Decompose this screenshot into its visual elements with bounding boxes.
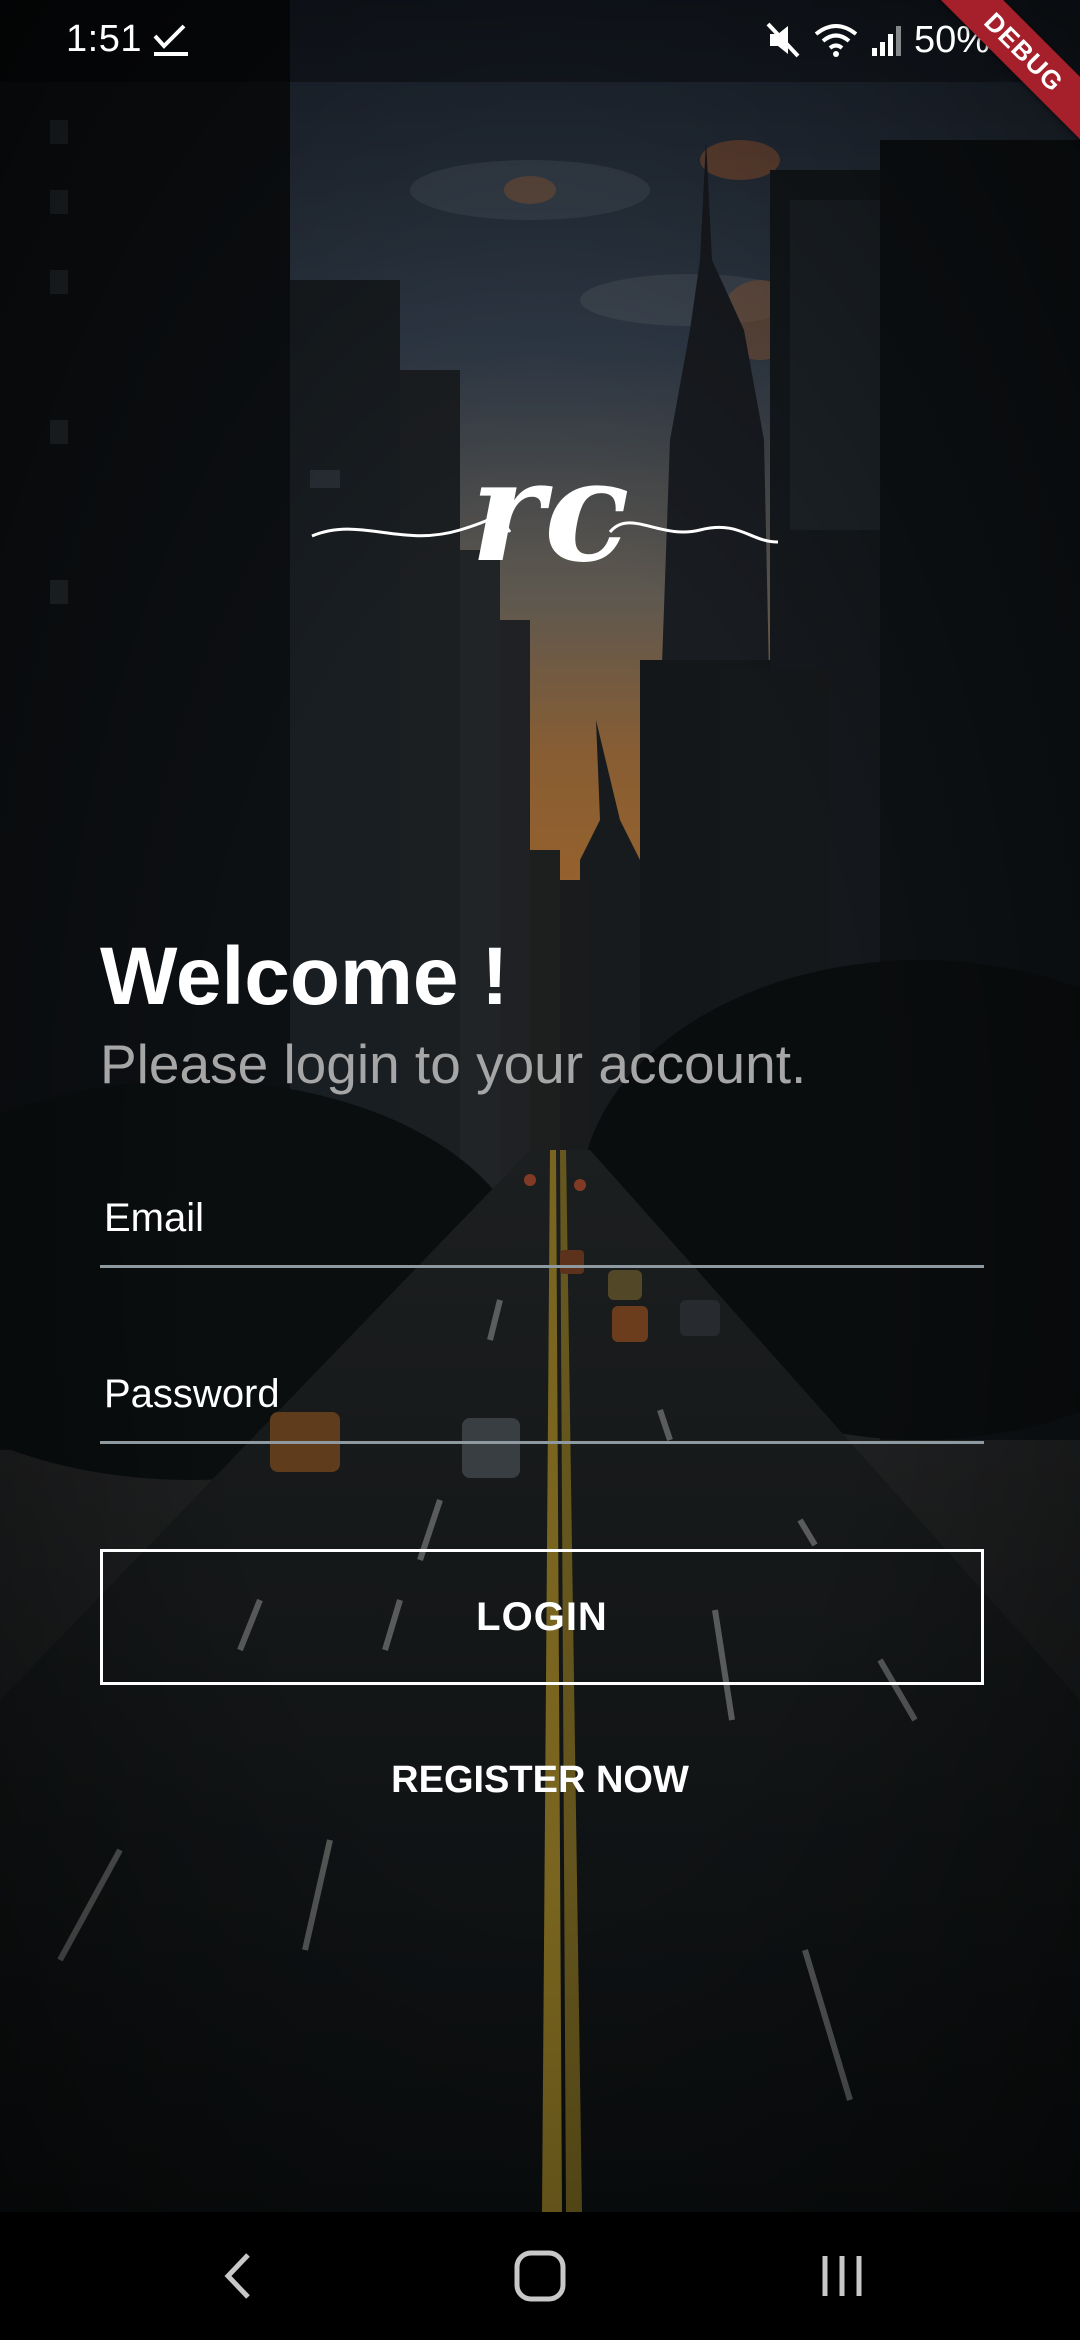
register-now-button[interactable]: REGISTER NOW [340,1745,740,1815]
nav-home-button[interactable] [460,2212,620,2340]
logo-text: rc [470,440,629,594]
home-icon [514,2250,566,2302]
navigation-bar [0,2212,1080,2340]
recents-icon [822,2256,862,2296]
mute-icon [766,22,800,58]
rc-logo: rc [311,440,779,594]
status-bar: 1:51 50% [0,0,1080,82]
signal-icon [871,26,901,56]
password-underline [100,1441,984,1444]
welcome-subtitle: Please login to your account. [100,1033,807,1095]
status-time: 1:51 [66,18,142,60]
email-input[interactable] [100,1168,984,1268]
email-underline [100,1265,984,1268]
download-complete-icon [153,24,188,56]
password-field[interactable] [100,1344,984,1444]
login-button[interactable]: LOGIN [100,1549,984,1685]
back-icon [224,2253,250,2299]
nav-back-button[interactable] [158,2212,318,2340]
wifi-icon [814,24,858,57]
email-field[interactable] [100,1168,984,1268]
background-city-image [0,0,1080,2212]
password-input[interactable] [100,1344,984,1444]
welcome-title: Welcome ! [100,931,509,1022]
nav-recents-button[interactable] [762,2212,922,2340]
